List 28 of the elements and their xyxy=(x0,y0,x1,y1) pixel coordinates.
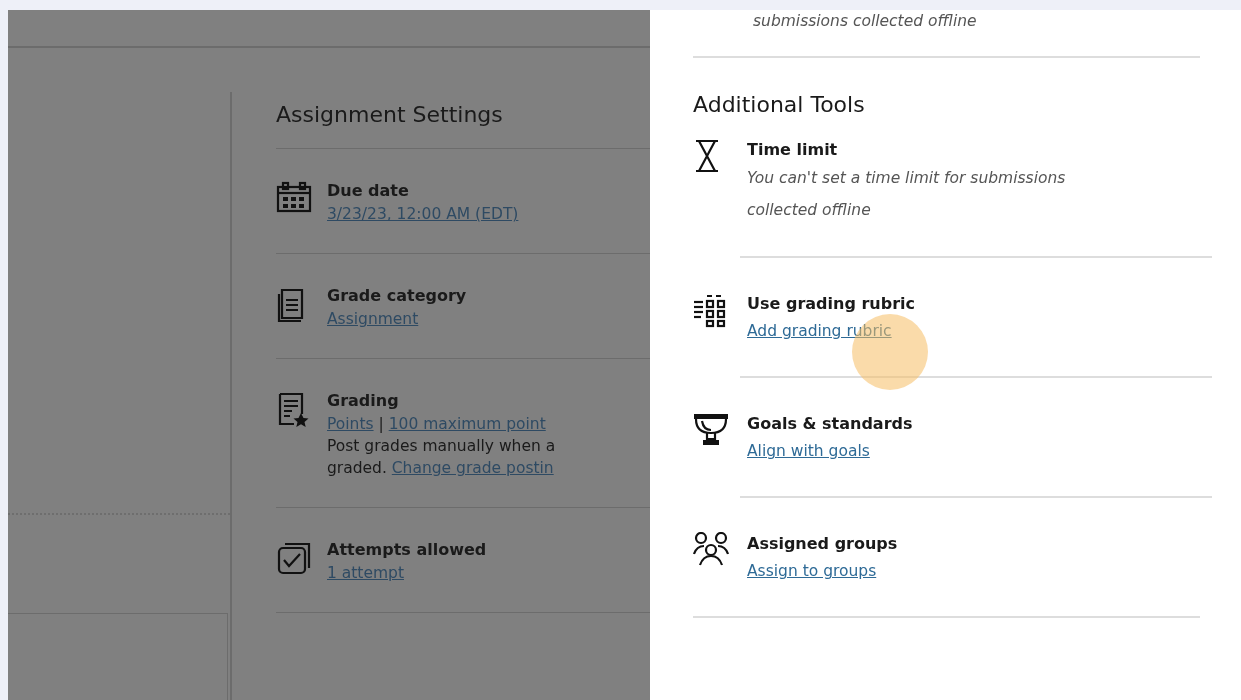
setting-link[interactable]: 100 maximum point xyxy=(388,415,546,434)
tool-link[interactable]: Add grading rubric xyxy=(747,322,892,341)
tool-label: Time limit xyxy=(747,139,839,162)
section-title: Additional Tools xyxy=(693,92,866,119)
note-text: You can't set a time limit for submissions collected offline xyxy=(747,168,1067,222)
setting-label: Grading xyxy=(327,390,400,413)
setting-text: graded. xyxy=(327,459,387,478)
hourglass-icon xyxy=(693,138,721,175)
setting-text: | xyxy=(378,415,384,434)
tool-link[interactable]: Align with goals xyxy=(747,442,870,461)
group-icon xyxy=(693,532,729,567)
setting-link[interactable]: 1 attempt xyxy=(327,564,404,583)
setting-label: Attempts allowed xyxy=(327,539,487,562)
document-star-icon xyxy=(276,391,310,430)
setting-link[interactable]: Assignment xyxy=(327,310,419,329)
tool-label: Goals & standards xyxy=(747,413,913,436)
tool-link[interactable]: Assign to groups xyxy=(747,562,877,581)
setting-link[interactable]: Change grade postin xyxy=(391,459,554,478)
setting-label: Grade category xyxy=(327,285,467,308)
calendar-icon xyxy=(276,181,312,214)
setting-text: Post grades manually when a xyxy=(327,437,556,456)
setting-link[interactable]: 3/23/23, 12:00 AM (EDT) xyxy=(327,205,519,224)
setting-link[interactable]: Points xyxy=(327,415,374,434)
checkbox-stack-icon xyxy=(276,540,312,577)
note-text: submissions collected offline xyxy=(693,12,1200,58)
setting-label: Due date xyxy=(327,180,410,203)
tool-label: Use grading rubric xyxy=(747,293,916,316)
tool-label: Assigned groups xyxy=(747,533,898,556)
